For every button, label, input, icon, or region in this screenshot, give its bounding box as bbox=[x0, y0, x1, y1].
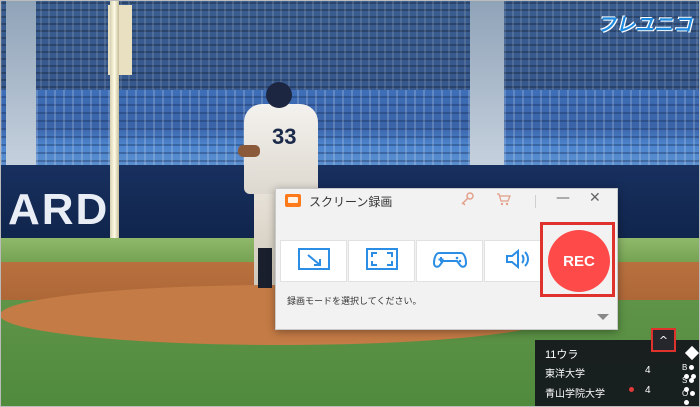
jersey-number: 33 bbox=[272, 124, 297, 149]
upper-stands bbox=[0, 0, 700, 95]
screen-record-app-icon bbox=[285, 194, 301, 207]
ball-label: B bbox=[682, 363, 688, 372]
fullscreen-icon bbox=[365, 247, 399, 275]
region-select-icon bbox=[297, 247, 331, 275]
collapse-toggle-button[interactable]: ^ bbox=[651, 328, 676, 352]
team-home-name: 青山学院大学 bbox=[545, 389, 605, 400]
batting-indicator bbox=[629, 387, 634, 392]
key-icon[interactable] bbox=[460, 192, 474, 210]
rec-highlight-frame: REC bbox=[540, 222, 615, 297]
game-mode-button[interactable] bbox=[416, 240, 483, 282]
fullscreen-mode-button[interactable] bbox=[348, 240, 415, 282]
pitcher-arm bbox=[238, 145, 260, 157]
gamepad-icon bbox=[432, 247, 467, 275]
wall-lettering: ARD bbox=[8, 185, 110, 234]
foul-pole bbox=[110, 0, 119, 238]
pitcher-socks bbox=[258, 248, 272, 288]
stand-stairs bbox=[6, 0, 36, 170]
team-away-score: 4 bbox=[645, 365, 651, 376]
screen-recorder-window: スクリーン録画 — ✕ REC 録画モードを選択してください。 bbox=[275, 188, 618, 330]
close-button[interactable]: ✕ bbox=[589, 190, 601, 206]
pitcher-cap bbox=[266, 82, 292, 108]
team-away-name: 東洋大学 bbox=[545, 369, 585, 380]
chevron-up-icon: ^ bbox=[658, 333, 669, 347]
watermark-logo: フレユニコ bbox=[596, 15, 692, 36]
window-title: スクリーン録画 bbox=[309, 195, 393, 209]
mode-hint-text: 録画モードを選択してください。 bbox=[287, 297, 422, 307]
base-runner-icon bbox=[684, 345, 700, 361]
titlebar-divider bbox=[535, 195, 536, 208]
team-home-score: 4 bbox=[645, 385, 651, 396]
out-count: O bbox=[682, 389, 700, 407]
stand-stairs bbox=[470, 0, 504, 170]
speaker-icon bbox=[501, 247, 535, 275]
strike-label: S bbox=[682, 376, 688, 385]
expand-panel-icon[interactable] bbox=[597, 314, 609, 320]
video-stage: ARD 33 フレユニコ スクリーン録画 — ✕ REC 録画モードを選択してく… bbox=[0, 0, 700, 407]
out-label: O bbox=[682, 389, 689, 398]
inning-label: 11ウラ bbox=[545, 349, 579, 361]
cart-icon[interactable] bbox=[496, 192, 511, 210]
rec-button[interactable]: REC bbox=[548, 230, 610, 292]
minimize-button[interactable]: — bbox=[556, 190, 570, 206]
region-mode-button[interactable] bbox=[280, 240, 347, 282]
lower-stands bbox=[0, 90, 700, 170]
title-bar: スクリーン録画 — ✕ bbox=[276, 189, 617, 214]
